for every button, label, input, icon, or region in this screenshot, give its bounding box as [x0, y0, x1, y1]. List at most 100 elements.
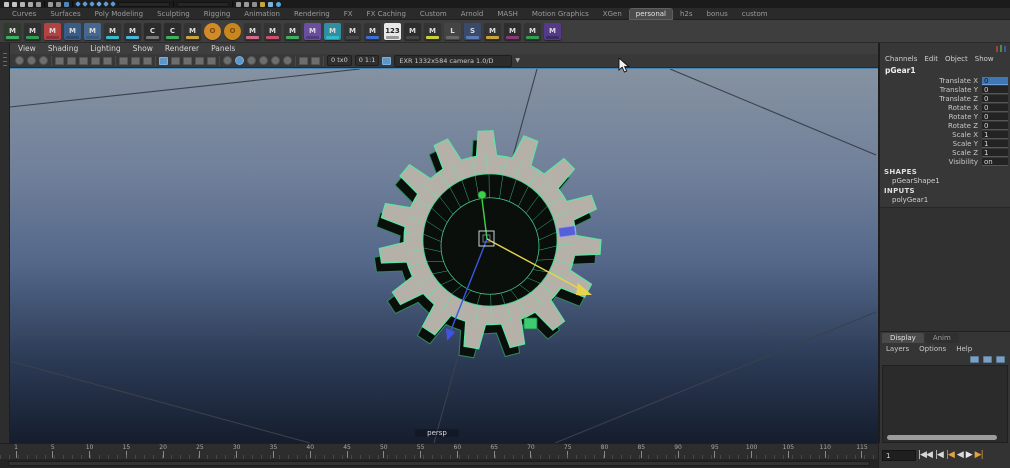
status-icon[interactable]: [252, 1, 257, 7]
shelf-button[interactable]: M: [524, 22, 541, 40]
channel-box-menu-item[interactable]: Channels: [885, 55, 917, 63]
shelf-button[interactable]: M: [544, 22, 561, 40]
object-name[interactable]: pGear1: [880, 65, 1010, 76]
viewport-toolbar-icon[interactable]: [115, 55, 116, 66]
status-icon[interactable]: [72, 1, 73, 7]
viewport-toolbar-icon[interactable]: [271, 56, 280, 65]
shelf-button[interactable]: M: [64, 22, 81, 40]
channel-value-field[interactable]: 0: [982, 85, 1008, 94]
shelf-button[interactable]: O: [224, 22, 241, 40]
shelf-button[interactable]: S: [464, 22, 481, 40]
time-slider[interactable]: 1 5 10 15 20 25 30 35 40 45 50 55 60 65 …: [0, 443, 878, 459]
shelf-tab[interactable]: Poly Modeling: [89, 9, 149, 19]
shelf-button[interactable]: M: [504, 22, 521, 40]
shelf-tab[interactable]: Sculpting: [151, 9, 196, 19]
status-icon[interactable]: [56, 1, 61, 7]
scene-canvas[interactable]: [10, 69, 876, 443]
viewport-toolbar-icon[interactable]: [195, 56, 204, 65]
shelf-button[interactable]: M: [304, 22, 321, 40]
shelf-button[interactable]: M: [364, 22, 381, 40]
status-icon[interactable]: [236, 1, 241, 7]
layer-editor-tab[interactable]: Display: [882, 333, 924, 343]
create-layer-from-selected-icon[interactable]: [983, 356, 992, 363]
viewport-toolbar-icon[interactable]: [259, 56, 268, 65]
panel-menu-item[interactable]: Shading: [48, 44, 78, 53]
channel-value-field[interactable]: on: [982, 157, 1008, 166]
layer-editor-menu-item[interactable]: Layers: [886, 345, 909, 353]
input-node-name[interactable]: polyGear1: [880, 195, 1010, 204]
viewport-toolbar-icon[interactable]: ▼: [515, 57, 520, 64]
status-icon[interactable]: [118, 1, 170, 7]
shape-name[interactable]: pGearShape1: [880, 176, 1010, 185]
viewport-toolbar-icon[interactable]: 0 tx0: [327, 55, 352, 66]
viewport-toolbar-icon[interactable]: 0 1:1: [354, 55, 380, 66]
channel-label[interactable]: Scale Y: [953, 140, 982, 148]
viewport-toolbar-icon[interactable]: [219, 55, 220, 66]
shelf-button[interactable]: M: [104, 22, 121, 40]
status-icon[interactable]: [48, 1, 53, 7]
current-frame-field[interactable]: 1: [882, 450, 916, 461]
range-slider-track[interactable]: [8, 461, 870, 466]
channel-value-field[interactable]: 0: [982, 121, 1008, 130]
viewport-toolbar-icon[interactable]: [171, 56, 180, 65]
playback-button[interactable]: ◀: [957, 450, 964, 461]
panel-menu-item[interactable]: Lighting: [90, 44, 120, 53]
shelf-button[interactable]: O: [204, 22, 221, 40]
viewport-toolbar-icon[interactable]: [155, 55, 156, 66]
channel-label[interactable]: Scale Z: [952, 149, 982, 157]
viewport-toolbar-icon[interactable]: [323, 55, 324, 66]
viewport-toolbar-icon[interactable]: [283, 56, 292, 65]
shelf-button[interactable]: M: [244, 22, 261, 40]
status-icon[interactable]: [82, 1, 88, 7]
status-icon[interactable]: [173, 1, 174, 7]
shelf-button[interactable]: M: [184, 22, 201, 40]
channel-label[interactable]: Rotate Y: [949, 113, 982, 121]
layer-list-scrollbar[interactable]: [887, 435, 997, 440]
status-icon[interactable]: [103, 1, 109, 7]
shelf-tab[interactable]: custom: [736, 9, 774, 19]
viewport-toolbar-icon[interactable]: [27, 56, 36, 65]
viewport-toolbar-icon[interactable]: EXR 1332x584 camera 1.0/D: [394, 54, 513, 67]
channel-value-field[interactable]: 1: [982, 139, 1008, 148]
shelf-tab[interactable]: FX: [338, 9, 359, 19]
playback-button[interactable]: |◀◀: [918, 450, 933, 461]
channel-value-field[interactable]: 1: [982, 148, 1008, 157]
viewport-toolbar-icon[interactable]: [207, 56, 216, 65]
shelf-button[interactable]: M: [4, 22, 21, 40]
viewport-toolbar-icon[interactable]: [15, 56, 24, 65]
viewport-toolbar-icon[interactable]: [143, 56, 152, 65]
shelf-button[interactable]: L: [444, 22, 461, 40]
status-icon[interactable]: [110, 1, 116, 7]
shelf-button[interactable]: M: [264, 22, 281, 40]
shelf-button[interactable]: M: [424, 22, 441, 40]
viewport-toolbar-icon[interactable]: [382, 56, 392, 65]
create-empty-layer-icon[interactable]: [970, 356, 979, 363]
status-icon[interactable]: [28, 1, 33, 7]
viewport-toolbar-icon[interactable]: [235, 56, 244, 65]
channel-label[interactable]: Translate Y: [940, 86, 982, 94]
playback-button[interactable]: |◀: [946, 450, 955, 461]
viewport-toolbar-icon[interactable]: [131, 56, 140, 65]
status-icon[interactable]: [260, 1, 265, 7]
channel-box-menu-item[interactable]: Object: [945, 55, 968, 63]
panel-menu-item[interactable]: Panels: [211, 44, 235, 53]
viewport-toolbar-icon[interactable]: [103, 56, 112, 65]
channel-value-field[interactable]: 0: [982, 94, 1008, 103]
channel-value-field[interactable]: 0: [982, 112, 1008, 121]
shelf-tab[interactable]: MASH: [491, 9, 524, 19]
shelf-button[interactable]: C: [164, 22, 181, 40]
shelf-tab[interactable]: XGen: [597, 9, 628, 19]
range-slider[interactable]: [0, 459, 878, 468]
status-icon[interactable]: [36, 1, 41, 7]
shelf-button[interactable]: M: [284, 22, 301, 40]
shelf-tab[interactable]: Surfaces: [44, 9, 86, 19]
panel-menu-item[interactable]: Show: [133, 44, 153, 53]
viewport-toolbar-icon[interactable]: [247, 56, 256, 65]
shelf-tab[interactable]: Curves: [6, 9, 42, 19]
channel-label[interactable]: Scale X: [952, 131, 982, 139]
status-icon[interactable]: [12, 1, 17, 7]
status-icon[interactable]: [177, 1, 229, 7]
viewport-toolbar-icon[interactable]: [183, 56, 192, 65]
shelf-button[interactable]: M: [24, 22, 41, 40]
shelf-tab[interactable]: Animation: [238, 9, 286, 19]
